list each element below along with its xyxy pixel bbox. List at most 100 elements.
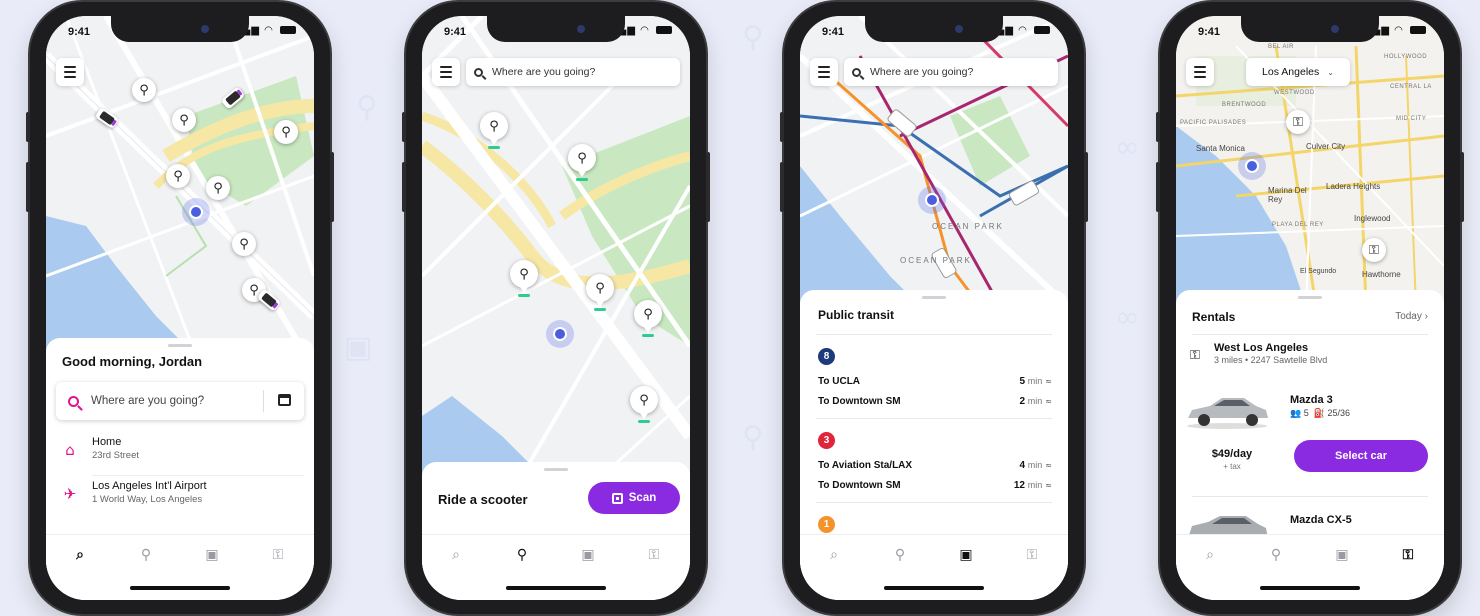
rental-key-icon: ⚿ [1026,547,1038,563]
tab-rentals[interactable]: ⚿ [642,547,666,569]
background-scooter-icon: ⚲ [356,90,378,125]
city-selector[interactable]: Los Angeles ⌄ [1246,58,1350,86]
scooter-pin[interactable]: ⚲ [206,176,230,200]
sheet-title: Rentals [1192,310,1236,324]
trip-destination[interactable]: To Aviation Sta/LAX [818,460,912,471]
trip-destination[interactable]: To UCLA [818,376,860,387]
search-input[interactable]: Where are you going? [844,58,1058,86]
rental-key-icon: ⚿ [648,547,660,563]
car-specs: 👥 5 ⛽ 25/36 [1290,408,1350,419]
trip-eta: 2 min ≈ [1019,396,1052,407]
search-icon [474,67,483,77]
eta-value: 12 [1013,480,1025,491]
map-label: Hawthorne [1362,270,1401,279]
background-scooter-icon: ⚲ [742,420,764,455]
home-icon: ⌂ [65,441,75,459]
tab-scooter[interactable]: ⚲ [510,547,534,569]
tab-rentals[interactable]: ⚿ [266,547,290,569]
menu-button[interactable] [1186,58,1214,86]
map-label: Ladera Heights [1326,182,1381,191]
fuel-icon: ⛽ [1313,408,1325,418]
map-label: OCEAN PARK [932,222,1004,231]
date-selector[interactable]: Today › [1395,311,1428,322]
scan-button[interactable]: Scan [588,482,680,514]
car-model: Mazda 3 [1290,394,1333,406]
scooter-pin[interactable]: ⚲ [166,164,190,188]
tab-transit[interactable]: ▣ [954,547,978,569]
seats-icon: 👥 [1290,408,1302,418]
rental-location-pin[interactable]: ⚿ [1286,110,1310,134]
tab-transit[interactable]: ▣ [1330,547,1354,569]
scooter-pin[interactable]: ⚲ [480,112,508,149]
map-label: PLAYA DEL REY [1272,222,1324,228]
mpg: 25/36 [1327,408,1351,418]
route-badge: 1 [818,516,835,533]
trip-destination[interactable]: To Downtown SM [818,480,901,491]
tab-search[interactable]: ⌕ [1198,547,1222,569]
transit-icon: ▣ [1335,547,1349,563]
map-label: Inglewood [1354,214,1391,223]
search-input[interactable]: Where are you going? [466,58,680,86]
trip-destination[interactable]: To Downtown SM [818,396,901,407]
menu-button[interactable] [56,58,84,86]
scooter-pin[interactable]: ⚲ [630,386,658,423]
home-indicator [506,586,606,590]
status-time: 9:41 [822,26,845,38]
trip-eta: 5 min ≈ [1019,376,1052,387]
tab-transit[interactable]: ▣ [576,547,600,569]
saved-place-airport[interactable]: ✈ Los Angeles Int'l Airport 1 World Way,… [62,480,304,516]
scooter-pin[interactable]: ⚲ [172,108,196,132]
tab-rentals[interactable]: ⚿ [1020,547,1044,569]
rental-location-pin[interactable]: ⚿ [1362,238,1386,262]
map-label: WESTWOOD [1274,90,1315,96]
menu-button[interactable] [432,58,460,86]
search-placeholder: Where are you going? [870,66,974,78]
tab-scooter[interactable]: ⚲ [134,547,158,569]
screen-home: 9:41 ▂▄▆ ◠ ⚲ ⚲ ⚲ ⚲ ⚲ ⚲ ⚲ Good morning, J… [46,16,314,600]
scooter-pin[interactable]: ⚲ [634,300,662,337]
tab-bar: ⌕ ⚲ ▣ ⚿ [1176,534,1444,600]
realtime-icon: ≈ [1045,461,1052,470]
phone-home: 9:41 ▂▄▆ ◠ ⚲ ⚲ ⚲ ⚲ ⚲ ⚲ ⚲ Good morning, J… [26,2,334,614]
saved-place-home[interactable]: ⌂ Home 23rd Street [62,436,304,476]
scooter-pin[interactable]: ⚲ [586,274,614,311]
place-title: Los Angeles Int'l Airport [92,480,207,492]
background-scooter-icon: ⚲ [742,20,764,55]
branch-name[interactable]: West Los Angeles [1214,342,1308,354]
tab-rentals[interactable]: ⚿ [1396,547,1420,569]
map[interactable]: ⚲ ⚲ ⚲ ⚲ ⚲ ⚲ ⚲ [46,16,314,356]
scooter-icon: ⚲ [894,547,906,563]
scooter-pin[interactable]: ⚲ [132,78,156,102]
realtime-icon: ≈ [1045,377,1052,386]
sheet-grabber[interactable] [168,344,192,347]
calendar-icon[interactable] [278,394,291,406]
transit-icon: ▣ [205,547,219,563]
realtime-icon: ≈ [1045,397,1052,406]
tab-search[interactable]: ⌕ [444,547,468,569]
sheet-title: Public transit [818,308,895,322]
tab-scooter[interactable]: ⚲ [888,547,912,569]
search-input[interactable]: Where are you going? [56,382,304,420]
scooter-pin[interactable]: ⚲ [232,232,256,256]
tab-search[interactable]: ⌕ [822,547,846,569]
select-car-button[interactable]: Select car [1294,440,1428,472]
sheet-grabber[interactable] [1298,296,1322,299]
realtime-icon: ≈ [1045,481,1052,490]
menu-button[interactable] [810,58,838,86]
sheet-grabber[interactable] [922,296,946,299]
sheet-grabber[interactable] [544,468,568,471]
scooter-icon: ⚲ [140,547,152,563]
date-label: Today [1395,311,1422,322]
tab-search[interactable]: ⌕ [68,547,92,569]
scooter-pin[interactable]: ⚲ [510,260,538,297]
tab-scooter[interactable]: ⚲ [1264,547,1288,569]
background-bike-icon: ∞ [1115,130,1140,165]
tab-transit[interactable]: ▣ [200,547,224,569]
scooter-pin[interactable]: ⚲ [568,144,596,181]
sheet-title: Ride a scooter [438,492,528,507]
eta-unit: min [1027,396,1043,406]
map-label: Marina Del Rey [1268,186,1307,204]
rental-key-icon: ⚿ [1190,348,1200,363]
scooter-pin[interactable]: ⚲ [274,120,298,144]
map-label: OCEAN PARK [900,256,972,265]
